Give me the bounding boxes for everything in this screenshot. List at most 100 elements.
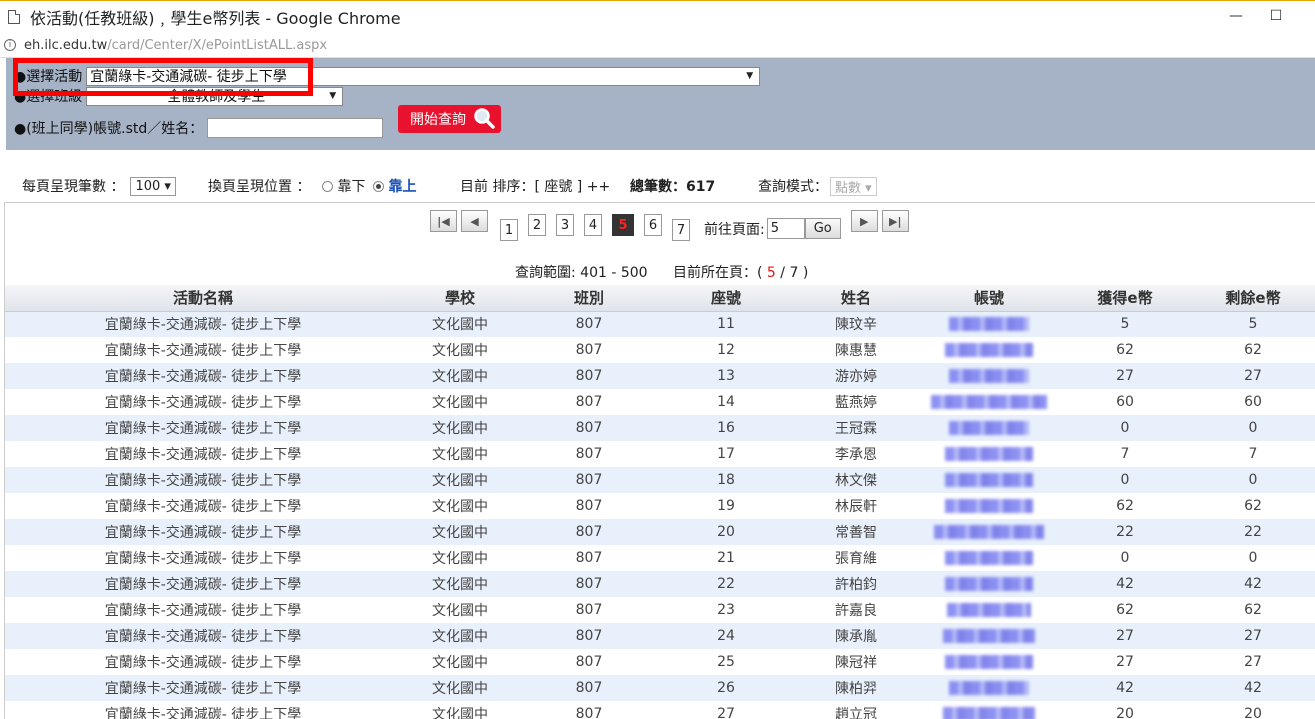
cell-remain: 62 bbox=[1244, 498, 1262, 514]
radio-up-option[interactable]: 靠上 bbox=[373, 176, 416, 196]
page-link-6[interactable]: 6 bbox=[644, 214, 662, 236]
page-link-2[interactable]: 2 bbox=[528, 214, 546, 236]
cell-school: 文化國中 bbox=[432, 629, 488, 645]
cell-class: 807 bbox=[575, 316, 603, 333]
cell-remain: 42 bbox=[1244, 680, 1262, 696]
cell-school: 文化國中 bbox=[432, 421, 488, 437]
cell-school: 文化國中 bbox=[432, 525, 488, 541]
cell-remain: 0 bbox=[1248, 550, 1258, 566]
col-remain-header[interactable]: 剩餘e幣 bbox=[1191, 285, 1315, 312]
cell-name: 常善智 bbox=[835, 525, 877, 541]
goto-label: 前往頁面: bbox=[704, 221, 765, 238]
redacted-account bbox=[949, 317, 1029, 332]
cell-name: 李承恩 bbox=[835, 447, 877, 463]
cell-activity: 宜蘭綠卡-交通減碳- 徒步上下學 bbox=[104, 317, 302, 334]
next-page-button[interactable]: ▶ bbox=[850, 210, 878, 232]
cell-account bbox=[919, 441, 1059, 467]
redacted-account bbox=[945, 551, 1033, 565]
cell-earned: 27 bbox=[1116, 654, 1134, 670]
cell-activity: 宜蘭綠卡-交通減碳- 徒步上下學 bbox=[104, 629, 302, 645]
last-page-button[interactable]: ▶| bbox=[881, 210, 909, 232]
cell-name: 林辰軒 bbox=[835, 499, 877, 515]
cell-earned: 20 bbox=[1116, 706, 1134, 719]
maximize-button[interactable]: ☐ bbox=[1266, 7, 1286, 25]
cell-activity: 宜蘭綠卡-交通減碳- 徒步上下學 bbox=[104, 577, 302, 593]
search-button-label: 開始查詢 bbox=[410, 112, 466, 128]
account-input[interactable] bbox=[207, 118, 384, 138]
table-row: 宜蘭綠卡-交通減碳- 徒步上下學 文化國中 807 17 李承恩 7 7 bbox=[5, 441, 1315, 467]
page-link-4[interactable]: 4 bbox=[584, 214, 602, 236]
cell-remain: 27 bbox=[1244, 368, 1262, 384]
cell-class: 807 bbox=[575, 680, 603, 696]
cell-account bbox=[919, 519, 1059, 545]
account-label: ●(班上同學)帳號.std／姓名： bbox=[14, 121, 204, 137]
cell-school: 文化國中 bbox=[432, 317, 488, 334]
cell-name: 陳柏羿 bbox=[835, 681, 877, 697]
page-link-3[interactable]: 3 bbox=[556, 214, 574, 236]
chevron-down-icon: ▼ bbox=[746, 70, 754, 81]
prev-page-button[interactable]: ◀ bbox=[461, 210, 488, 232]
cell-name: 張育維 bbox=[835, 551, 877, 567]
table-row: 宜蘭綠卡-交通減碳- 徒步上下學 文化國中 807 25 陳冠祥 27 27 bbox=[5, 649, 1315, 675]
current-page-indicator: 目前所在頁：( 5 / 7 ) bbox=[673, 262, 808, 282]
first-page-button[interactable]: |◀ bbox=[430, 210, 457, 232]
go-button[interactable]: Go bbox=[804, 218, 841, 239]
cell-activity: 宜蘭綠卡-交通減碳- 徒步上下學 bbox=[104, 681, 302, 697]
radio-down[interactable] bbox=[322, 180, 334, 192]
address-bar[interactable]: i eh.ilc.edu.tw/card/Center/X/ePointList… bbox=[0, 33, 1315, 58]
redacted-account bbox=[945, 499, 1033, 513]
cell-account bbox=[919, 415, 1059, 441]
cell-activity: 宜蘭綠卡-交通減碳- 徒步上下學 bbox=[104, 421, 302, 437]
col-class-header[interactable]: 班別 bbox=[519, 285, 659, 312]
col-seat-header[interactable]: 座號 bbox=[659, 285, 793, 312]
goto-page-input[interactable]: 5 bbox=[766, 218, 805, 239]
cell-earned: 7 bbox=[1120, 446, 1130, 462]
col-school-header[interactable]: 學校 bbox=[401, 285, 519, 312]
cell-account bbox=[919, 337, 1059, 363]
cell-seat: 27 bbox=[717, 706, 735, 719]
col-activity-header[interactable]: 活動名稱 bbox=[5, 285, 401, 312]
radio-down-label: 靠下 bbox=[337, 179, 366, 195]
cell-seat: 17 bbox=[717, 446, 735, 462]
per-page-label: 每頁呈現筆數 ： bbox=[22, 179, 125, 195]
redacted-account bbox=[947, 603, 1031, 617]
cell-seat: 12 bbox=[717, 342, 735, 358]
page-link-current: 5 bbox=[612, 214, 634, 236]
table-row: 宜蘭綠卡-交通減碳- 徒步上下學 文化國中 807 27 趙立冠 20 20 bbox=[5, 701, 1315, 719]
cell-earned: 62 bbox=[1116, 498, 1134, 514]
table-row: 宜蘭綠卡-交通減碳- 徒步上下學 文化國中 807 22 許柏鈞 42 42 bbox=[5, 571, 1315, 597]
page-icon bbox=[8, 10, 20, 24]
col-account-header[interactable]: 帳號 bbox=[919, 285, 1059, 312]
per-page-select[interactable]: 100 ▾ bbox=[130, 176, 176, 196]
cell-activity: 宜蘭綠卡-交通減碳- 徒步上下學 bbox=[104, 369, 302, 385]
cell-class: 807 bbox=[575, 394, 603, 410]
chevron-down-icon: ▼ bbox=[329, 90, 337, 101]
info-icon[interactable]: i bbox=[4, 39, 16, 51]
cell-remain: 27 bbox=[1244, 654, 1262, 670]
table-body: 宜蘭綠卡-交通減碳- 徒步上下學 文化國中 807 11 陳玟辛 5 5 宜蘭綠卡-交通減碳… bbox=[5, 311, 1315, 719]
cell-account bbox=[919, 545, 1059, 571]
cell-name: 陳承胤 bbox=[835, 629, 877, 645]
cell-class: 807 bbox=[575, 706, 603, 719]
cell-name: 陳玟辛 bbox=[835, 317, 877, 334]
radio-up[interactable] bbox=[373, 180, 385, 192]
cell-name: 許嘉良 bbox=[835, 603, 877, 619]
search-button[interactable]: 開始查詢 bbox=[398, 105, 501, 133]
page-link-1[interactable]: 1 bbox=[500, 219, 518, 241]
query-mode-select[interactable]: 點數 ▾ bbox=[830, 176, 877, 196]
cell-remain: 27 bbox=[1244, 628, 1262, 644]
url-text[interactable]: eh.ilc.edu.tw/card/Center/X/ePointListAL… bbox=[24, 38, 327, 53]
page-link-7[interactable]: 7 bbox=[672, 219, 690, 241]
cell-remain: 60 bbox=[1244, 394, 1262, 410]
cell-seat: 13 bbox=[717, 368, 735, 384]
table-row: 宜蘭綠卡-交通減碳- 徒步上下學 文化國中 807 11 陳玟辛 5 5 bbox=[5, 311, 1315, 337]
radio-down-option[interactable]: 靠下 bbox=[322, 176, 365, 196]
cell-class: 807 bbox=[575, 446, 603, 462]
cell-class: 807 bbox=[575, 576, 603, 592]
col-name-header[interactable]: 姓名 bbox=[793, 285, 919, 312]
redacted-account bbox=[945, 473, 1033, 487]
cell-class: 807 bbox=[575, 472, 603, 488]
cell-class: 807 bbox=[575, 498, 603, 514]
col-earned-header[interactable]: 獲得e幣 bbox=[1059, 285, 1191, 312]
minimize-button[interactable]: — bbox=[1226, 7, 1246, 25]
